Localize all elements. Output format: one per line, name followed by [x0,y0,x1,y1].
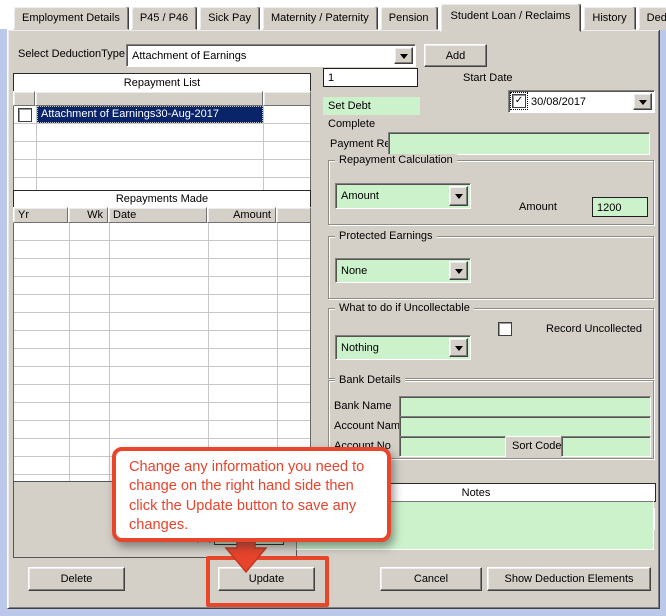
uncollectable-value: Nothing [341,342,379,354]
calculation-method-value: Amount [341,190,379,202]
start-date-value: 30/08/2017 [531,96,586,108]
calculation-method-dropdown[interactable]: Amount [335,183,471,209]
bank-name-input[interactable] [399,396,651,417]
start-date-checkbox[interactable]: ✓ [512,94,526,108]
account-name-input[interactable] [399,416,651,437]
protected-earnings-value: None [341,265,367,277]
deduction-type-dropdown[interactable]: Attachment of Earnings [126,44,416,67]
chevron-down-icon[interactable] [394,47,413,64]
tab-employment-details[interactable]: Employment Details [13,6,129,30]
payment-ref-input[interactable] [388,132,650,155]
repayments-made-rows[interactable] [13,223,311,481]
bank-details-title: Bank Details [335,374,405,386]
repayment-list-header: Repayment List [13,73,311,92]
sort-code-input[interactable] [561,436,651,457]
amount-field[interactable]: 1200 [592,197,648,217]
tab-pension[interactable]: Pension [380,6,438,30]
account-no-input[interactable] [399,436,506,457]
annotation-callout: Change any information you need to chang… [112,447,391,542]
chevron-down-icon[interactable] [449,186,468,206]
start-date-label: Start Date [463,72,513,84]
column-header-blank[interactable] [276,207,311,223]
repayment-list-rows[interactable]: Attachment of Earnings30-Aug-2017 [13,106,311,190]
start-date-dropdown[interactable]: ✓ 30/08/2017 [508,90,655,113]
amount-label: Amount [519,201,557,213]
column-header-yr[interactable]: Yr [13,207,68,223]
repayment-list-row[interactable]: Attachment of Earnings30-Aug-2017 [14,106,310,123]
record-uncollected-label: Record Uncollected [546,323,642,335]
protected-earnings-dropdown[interactable]: None [335,258,471,283]
record-uncollected-checkbox[interactable] [498,322,512,336]
column-header-amount[interactable]: Amount [207,207,276,223]
tab-student-loan-reclaims[interactable]: Student Loan / Reclaims [440,3,582,32]
cancel-button[interactable]: Cancel [380,567,482,591]
row-checkbox[interactable] [18,108,32,122]
protected-earnings-title: Protected Earnings [335,230,437,242]
repayment-list-item[interactable]: Attachment of Earnings30-Aug-2017 [37,106,263,123]
tab-history[interactable]: History [583,6,635,30]
chevron-down-icon[interactable] [449,338,468,357]
repayments-made-header: Repayments Made [13,190,311,208]
tab-maternity-paternity[interactable]: Maternity / Paternity [262,6,378,30]
delete-button[interactable]: Delete [28,567,125,591]
repayments-made-colrow: YrWkDateAmount [13,207,311,223]
uncollectable-group: What to do if Uncollectable Record Uncol… [328,308,654,379]
student-loan-reclaims-window: Employment DetailsP45 / P46Sick PayMater… [0,0,666,616]
show-deduction-elements-button[interactable]: Show Deduction Elements [487,567,651,591]
sort-code-label: Sort Code [512,440,562,452]
tab-sick-pay[interactable]: Sick Pay [199,6,260,30]
add-button[interactable]: Add [424,44,487,67]
account-name-label: Account Name [334,420,406,432]
uncollectable-dropdown[interactable]: Nothing [335,335,471,360]
deduction-type-value: Attachment of Earnings [132,50,246,62]
tab-bar: Employment DetailsP45 / P46Sick PayMater… [13,2,666,30]
deduction-type-label: Select DeductionType [18,48,125,60]
sequence-field[interactable]: 1 [323,68,418,87]
repayment-list-colrow [13,91,311,106]
repayment-calculation-title: Repayment Calculation [335,154,457,166]
column-header-date[interactable]: Date [108,207,207,223]
repayment-calculation-group: Repayment Calculation Amount Amount 1200 [328,160,654,225]
column-header-blank[interactable] [263,91,311,106]
payment-ref-label: Payment Ref [330,138,394,150]
chevron-down-icon[interactable] [449,261,468,280]
tab-p45-p46[interactable]: P45 / P46 [131,6,197,30]
column-header-blank[interactable] [35,91,263,106]
column-header-blank[interactable] [13,91,35,106]
column-header-wk[interactable]: Wk [68,207,108,223]
uncollectable-title: What to do if Uncollectable [335,302,474,314]
protected-earnings-group: Protected Earnings None [328,236,654,299]
bank-name-label: Bank Name [334,400,391,412]
set-debt-complete-button[interactable]: Set Debt Complete [323,97,420,115]
chevron-down-icon[interactable] [633,93,652,110]
tab-deductions[interactable]: Deductions [638,6,666,30]
